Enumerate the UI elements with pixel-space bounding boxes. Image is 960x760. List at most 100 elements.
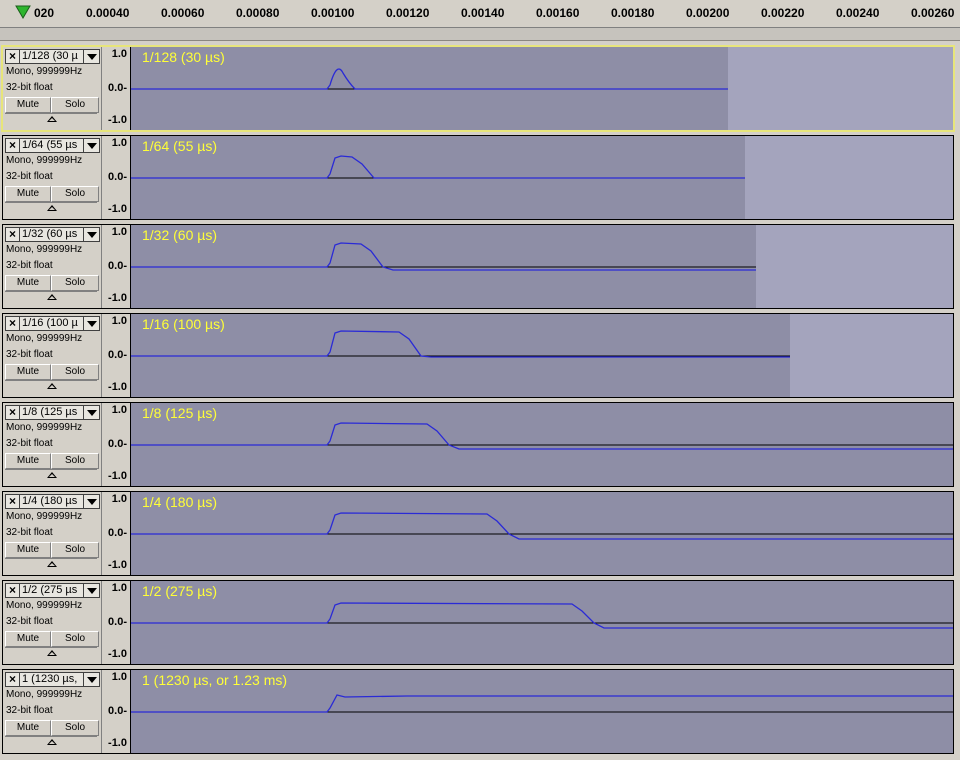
solo-button[interactable]: Solo xyxy=(51,186,99,202)
solo-button[interactable]: Solo xyxy=(51,542,99,558)
vertical-ruler: 1.0 0.0- -1.0 xyxy=(102,225,131,308)
waveform-area[interactable]: 1/2 (275 µs) xyxy=(131,581,953,664)
vertical-ruler: 1.0 0.0- -1.0 xyxy=(102,314,131,397)
track[interactable]: × 1/16 (100 µ Mono, 999999Hz 32-bit float Mu… xyxy=(2,313,954,398)
vruler-label-top: 1.0 xyxy=(111,493,127,505)
track[interactable]: × 1/4 (180 µs Mono, 999999Hz 32-bit float Mu… xyxy=(2,491,954,576)
track-menu-dropdown-icon[interactable] xyxy=(83,316,100,331)
waveform-svg xyxy=(131,136,745,219)
vertical-ruler: 1.0 0.0- -1.0 xyxy=(102,581,131,664)
waveform-area[interactable]: 1/128 (30 µs) xyxy=(131,47,953,130)
track[interactable]: × 1/2 (275 µs Mono, 999999Hz 32-bit float Mu… xyxy=(2,580,954,665)
clip-name-label: 1/128 (30 µs) xyxy=(142,49,225,65)
track[interactable]: × 1/128 (30 µ Mono, 999999Hz 32-bit float Mu… xyxy=(1,45,955,132)
collapse-track-button[interactable] xyxy=(5,202,97,216)
waveform-area[interactable]: 1/64 (55 µs) xyxy=(131,136,953,219)
close-track-icon[interactable]: × xyxy=(5,494,20,509)
track-format-info: 32-bit float xyxy=(6,349,53,360)
collapse-track-button[interactable] xyxy=(5,558,97,572)
mute-button[interactable]: Mute xyxy=(5,97,51,113)
close-track-icon[interactable]: × xyxy=(5,227,20,242)
track-name-menu[interactable]: 1/4 (180 µs xyxy=(19,494,87,509)
solo-button[interactable]: Solo xyxy=(51,453,99,469)
collapse-track-button[interactable] xyxy=(5,647,97,661)
timeline-ruler[interactable]: 020 0.00040 0.00060 0.00080 0.00100 0.00120 0.… xyxy=(0,0,960,28)
play-indicator-icon[interactable] xyxy=(14,3,32,21)
collapse-track-button[interactable] xyxy=(5,291,97,305)
track-name-menu[interactable]: 1 (1230 µs, xyxy=(19,672,87,687)
mute-button[interactable]: Mute xyxy=(5,275,51,291)
track-menu-dropdown-icon[interactable] xyxy=(83,672,100,687)
track[interactable]: × 1/32 (60 µs Mono, 999999Hz 32-bit float Mu… xyxy=(2,224,954,309)
collapse-track-button[interactable] xyxy=(5,469,97,483)
track-menu-dropdown-icon[interactable] xyxy=(83,583,100,598)
vruler-label-bottom: -1.0 xyxy=(108,559,127,571)
vruler-label-top: 1.0 xyxy=(111,137,127,149)
close-track-icon[interactable]: × xyxy=(5,49,20,64)
collapse-arrow-icon xyxy=(47,116,57,122)
mute-button[interactable]: Mute xyxy=(5,631,51,647)
vruler-label-top: 1.0 xyxy=(111,671,127,683)
close-track-icon[interactable]: × xyxy=(5,405,20,420)
track-menu-dropdown-icon[interactable] xyxy=(83,405,100,420)
track-name-menu[interactable]: 1/64 (55 µs xyxy=(19,138,87,153)
track-name-menu[interactable]: 1/128 (30 µ xyxy=(19,49,87,64)
track-menu-dropdown-icon[interactable] xyxy=(83,138,100,153)
track[interactable]: × 1/64 (55 µs Mono, 999999Hz 32-bit float Mu… xyxy=(2,135,954,220)
waveform-svg xyxy=(131,403,953,486)
solo-button[interactable]: Solo xyxy=(51,97,99,113)
mute-button[interactable]: Mute xyxy=(5,542,51,558)
vruler-label-mid: 0.0- xyxy=(108,438,127,450)
track[interactable]: × 1 (1230 µs, Mono, 999999Hz 32-bit float Mu… xyxy=(2,669,954,754)
track-format-info: 32-bit float xyxy=(6,260,53,271)
vertical-ruler: 1.0 0.0- -1.0 xyxy=(102,403,131,486)
mute-button[interactable]: Mute xyxy=(5,720,51,736)
vruler-label-mid: 0.0- xyxy=(108,705,127,717)
collapse-track-button[interactable] xyxy=(5,736,97,750)
track-name-menu[interactable]: 1/2 (275 µs xyxy=(19,583,87,598)
close-track-icon[interactable]: × xyxy=(5,138,20,153)
solo-button[interactable]: Solo xyxy=(51,364,99,380)
mute-button[interactable]: Mute xyxy=(5,186,51,202)
collapse-arrow-icon xyxy=(47,650,57,656)
waveform-area[interactable]: 1/4 (180 µs) xyxy=(131,492,953,575)
track-format-info: 32-bit float xyxy=(6,171,53,182)
track-format-info: 32-bit float xyxy=(6,616,53,627)
mute-button[interactable]: Mute xyxy=(5,453,51,469)
ruler-tick-label: 0.00040 xyxy=(86,6,130,20)
waveform-svg xyxy=(131,314,790,397)
track-menu-dropdown-icon[interactable] xyxy=(83,227,100,242)
vruler-label-mid: 0.0- xyxy=(108,349,127,361)
waveform-area[interactable]: 1/32 (60 µs) xyxy=(131,225,953,308)
close-track-icon[interactable]: × xyxy=(5,316,20,331)
track-menu-dropdown-icon[interactable] xyxy=(83,494,100,509)
ruler-tick-label: 0.00120 xyxy=(386,6,430,20)
solo-button[interactable]: Solo xyxy=(51,275,99,291)
vruler-label-bottom: -1.0 xyxy=(108,737,127,749)
clip-name-label: 1/16 (100 µs) xyxy=(142,316,225,332)
waveform-area[interactable]: 1/16 (100 µs) xyxy=(131,314,953,397)
solo-button[interactable]: Solo xyxy=(51,720,99,736)
vruler-label-top: 1.0 xyxy=(111,315,127,327)
collapse-track-button[interactable] xyxy=(5,113,97,127)
track-rate-info: Mono, 999999Hz xyxy=(6,511,83,522)
waveform-area[interactable]: 1/8 (125 µs) xyxy=(131,403,953,486)
track-name-menu[interactable]: 1/16 (100 µ xyxy=(19,316,87,331)
mute-button[interactable]: Mute xyxy=(5,364,51,380)
vertical-ruler: 1.0 0.0- -1.0 xyxy=(102,670,131,753)
collapse-track-button[interactable] xyxy=(5,380,97,394)
close-track-icon[interactable]: × xyxy=(5,672,20,687)
track-format-info: 32-bit float xyxy=(6,705,53,716)
track-menu-dropdown-icon[interactable] xyxy=(83,49,100,64)
track[interactable]: × 1/8 (125 µs Mono, 999999Hz 32-bit float Mu… xyxy=(2,402,954,487)
track-control-panel: × 1/4 (180 µs Mono, 999999Hz 32-bit float Mu… xyxy=(3,492,102,575)
solo-button[interactable]: Solo xyxy=(51,631,99,647)
track-name-menu[interactable]: 1/32 (60 µs xyxy=(19,227,87,242)
ruler-tick-label: 0.00260 xyxy=(911,6,955,20)
close-track-icon[interactable]: × xyxy=(5,583,20,598)
vruler-label-top: 1.0 xyxy=(111,582,127,594)
clip-name-label: 1 (1230 µs, or 1.23 ms) xyxy=(142,672,288,688)
collapse-arrow-icon xyxy=(47,383,57,389)
track-name-menu[interactable]: 1/8 (125 µs xyxy=(19,405,87,420)
waveform-area[interactable]: 1 (1230 µs, or 1.23 ms) xyxy=(131,670,953,753)
